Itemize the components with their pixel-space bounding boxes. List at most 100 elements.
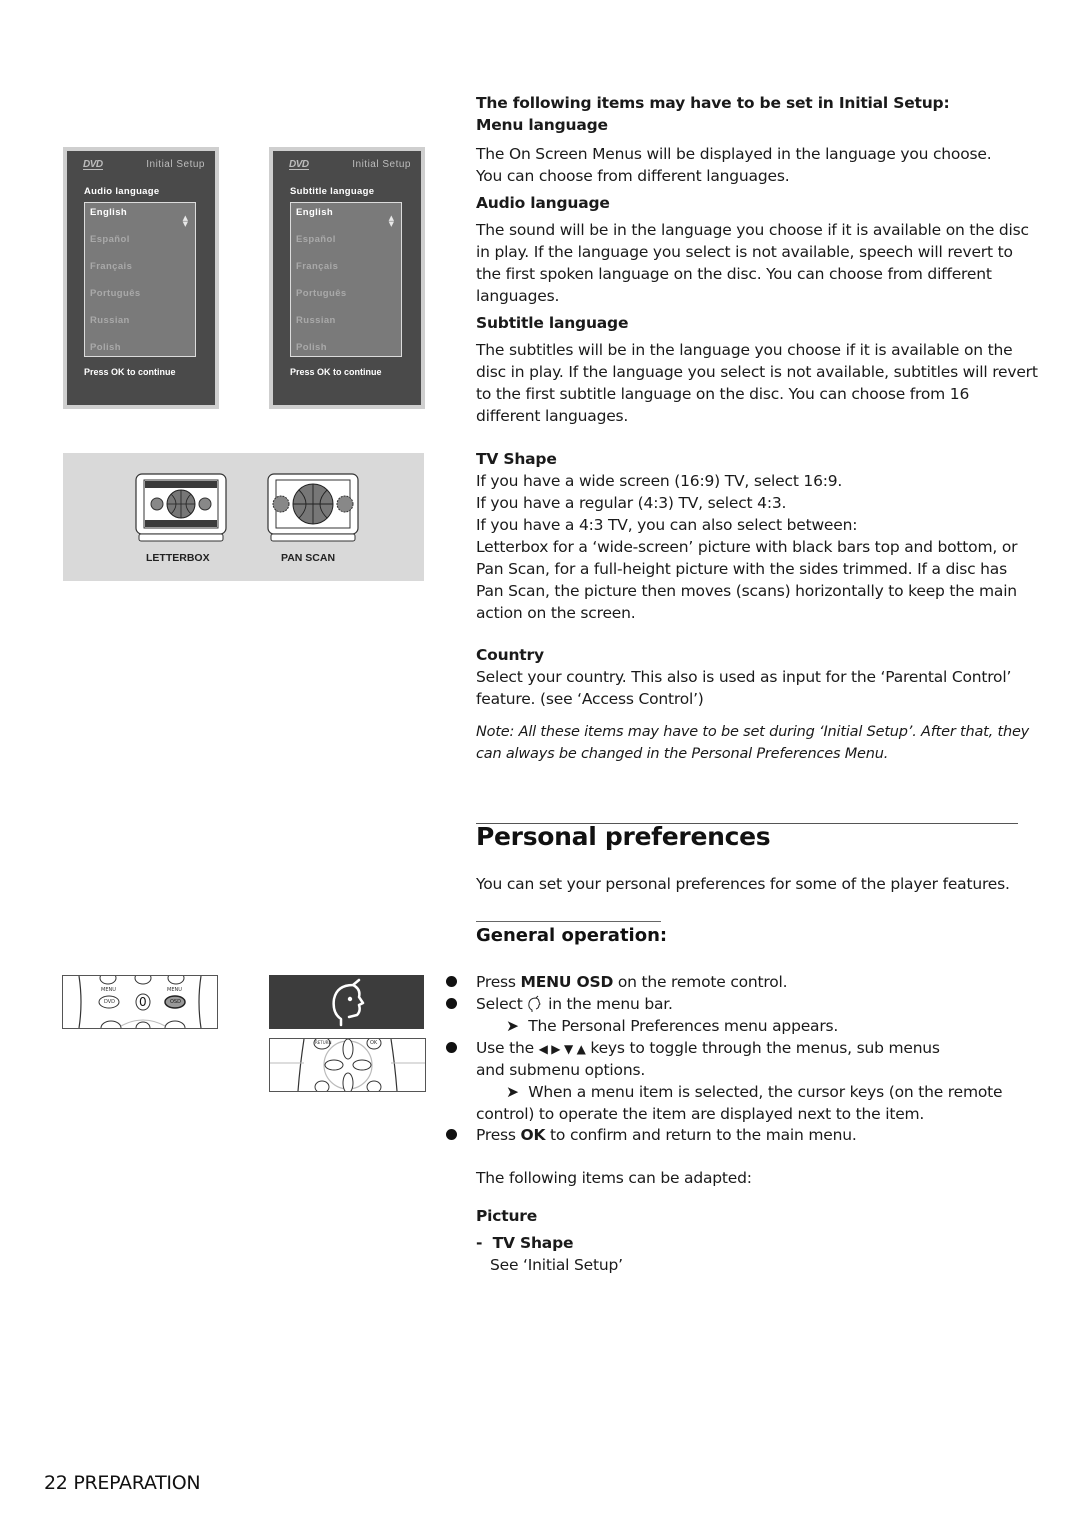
- bullet-icon: [446, 998, 457, 1009]
- return-button: RETURN: [315, 1040, 332, 1045]
- step-text: and submenu options.: [476, 1061, 646, 1079]
- tv-shape-heading: TV Shape: [476, 450, 557, 468]
- osd-title: Initial Setup: [352, 159, 411, 170]
- note-text: can always be changed in the Personal Pr…: [476, 746, 889, 762]
- remote-cursor-keys-illustration: RETURN OK: [269, 1038, 426, 1092]
- step-select-icon: Select in the menu bar.: [476, 993, 673, 1015]
- step-text: in the menu bar.: [543, 995, 673, 1013]
- step-text: Select: [476, 995, 528, 1013]
- osd-label: Audio language: [84, 186, 160, 197]
- step-press-menu-osd: Press MENU OSD on the remote control.: [476, 971, 788, 993]
- ok-key: OK: [520, 1126, 546, 1144]
- osd-screen-subtitle-language: DVD Initial Setup Subtitle language Engl…: [269, 147, 425, 409]
- up-down-arrows-icon: ▲ ▼: [388, 214, 394, 228]
- menu-language-heading: Menu language: [476, 116, 608, 134]
- language-option: Français: [90, 261, 133, 272]
- language-list: English Español Français Português Russi…: [84, 202, 196, 357]
- audio-language-text: The sound will be in the language you ch…: [476, 221, 1029, 239]
- picture-heading: Picture: [476, 1207, 538, 1225]
- up-down-arrows-icon: ▲ ▼: [182, 214, 188, 228]
- personal-preferences-face-icon: [332, 978, 365, 1027]
- tv-shape-text: If you have a wide screen (16:9) TV, sel…: [476, 472, 843, 490]
- tv-shape-text: Letterbox for a ‘wide-screen’ picture wi…: [476, 538, 1018, 556]
- tv-shape-text: If you have a regular (4:3) TV, select 4…: [476, 494, 787, 512]
- tv-shape-text: Pan Scan, the picture then moves (scans)…: [476, 582, 1017, 600]
- dvd-menu-button: DVD: [104, 999, 116, 1005]
- language-option: Polish: [90, 342, 121, 353]
- language-option: Español: [90, 234, 130, 245]
- personal-preferences-intro: You can set your personal preferences fo…: [476, 875, 1010, 893]
- language-option: English: [90, 207, 128, 218]
- page-title: Personal preferences: [476, 822, 771, 851]
- tv-shape-item: - TV Shape: [476, 1232, 573, 1254]
- country-heading: Country: [476, 646, 544, 664]
- dvd-logo-icon: DVD: [83, 159, 103, 170]
- audio-language-text: in play. If the language you select is n…: [476, 243, 1013, 261]
- country-text: Select your country. This also is used a…: [476, 668, 1012, 686]
- subtitle-language-text: to the first subtitle language on the di…: [476, 385, 970, 403]
- dvd-logo-icon: DVD: [289, 159, 309, 170]
- language-option: Russian: [296, 315, 336, 326]
- subtitle-language-heading: Subtitle language: [476, 314, 629, 332]
- page-footer: 22 PREPARATION: [44, 1472, 201, 1494]
- initial-setup-intro: The following items may have to be set i…: [476, 94, 950, 112]
- general-operation-heading: General operation:: [476, 925, 668, 946]
- osd-screen-audio-language: DVD Initial Setup Audio language English…: [63, 147, 219, 409]
- language-list: English Español Français Português Russi…: [290, 202, 402, 357]
- personal-preferences-menu-bar: [269, 975, 424, 1029]
- step-text: Press: [476, 973, 521, 991]
- step-press-ok: Press OK to confirm and return to the ma…: [476, 1124, 857, 1146]
- audio-language-text: the first spoken language on the disc. Y…: [476, 265, 992, 283]
- language-option: Português: [90, 288, 141, 299]
- bullet-icon: [446, 1129, 457, 1140]
- note-text: Note: All these items may have to be set…: [476, 724, 1030, 740]
- arrow-right-icon: ➤: [506, 1017, 519, 1035]
- step-text: control) to operate the item are display…: [476, 1105, 925, 1123]
- step-text: The Personal Preferences menu appears.: [528, 1017, 839, 1035]
- letterbox-tv-icon: [135, 473, 227, 542]
- letterbox-caption: LETTERBOX: [146, 552, 210, 564]
- remote-menu-buttons-illustration: MENU MENU DVD 0 OSD: [62, 975, 218, 1029]
- cursor-keys-icon: [270, 1039, 425, 1091]
- step-text: on the remote control.: [613, 973, 788, 991]
- menu-osd-key: MENU OSD: [520, 973, 614, 991]
- subsection-divider: [476, 921, 661, 922]
- zero-button: 0: [139, 995, 147, 1009]
- subtitle-language-text: disc in play. If the language you select…: [476, 363, 1038, 381]
- arrow-right-icon: ➤: [506, 1083, 519, 1101]
- language-option: Russian: [90, 315, 130, 326]
- step-text: to confirm and return to the main menu.: [545, 1126, 857, 1144]
- menu-language-text: The On Screen Menus will be displayed in…: [476, 145, 992, 163]
- audio-language-text: languages.: [476, 287, 560, 305]
- tv-shape-text: If you have a 4:3 TV, you can also selec…: [476, 516, 858, 534]
- language-option: English: [296, 207, 334, 218]
- step-text: When a menu item is selected, the cursor…: [528, 1083, 1003, 1101]
- tv-shape-label: TV Shape: [492, 1234, 574, 1252]
- personal-preferences-face-icon: [528, 995, 541, 1012]
- subtitle-language-text: The subtitles will be in the language yo…: [476, 341, 1013, 359]
- language-option: Português: [296, 288, 347, 299]
- osd-menu-button: OSD: [170, 999, 181, 1005]
- step-cursor-keys: Use the ◀ ▶ ▼ ▲ keys to toggle through t…: [476, 1037, 940, 1060]
- step-result: ➤ The Personal Preferences menu appears.: [506, 1015, 838, 1037]
- tv-shape-illustration: LETTERBOX PAN SCAN: [63, 453, 424, 581]
- page-number: 22: [44, 1472, 68, 1494]
- step-text: Use the: [476, 1039, 539, 1057]
- bullet-icon: [446, 976, 457, 987]
- pan-scan-caption: PAN SCAN: [281, 552, 336, 564]
- tv-shape-text: action on the screen.: [476, 604, 636, 622]
- bullet-icon: [446, 1042, 457, 1053]
- step-text: keys to toggle through the menus, sub me…: [585, 1039, 940, 1057]
- adapted-items-intro: The following items can be adapted:: [476, 1169, 752, 1187]
- menu-label: MENU: [167, 987, 182, 993]
- osd-label: Subtitle language: [290, 186, 375, 197]
- subtitle-language-text: different languages.: [476, 407, 629, 425]
- osd-title: Initial Setup: [146, 159, 205, 170]
- language-option: Español: [296, 234, 336, 245]
- audio-language-heading: Audio language: [476, 194, 610, 212]
- pan-scan-tv-icon: [267, 473, 359, 542]
- language-option: Polish: [296, 342, 327, 353]
- menu-language-text: You can choose from different languages.: [476, 167, 790, 185]
- tv-shape-text: Pan Scan, for a full-height picture with…: [476, 560, 1007, 578]
- menu-label: MENU: [101, 987, 116, 993]
